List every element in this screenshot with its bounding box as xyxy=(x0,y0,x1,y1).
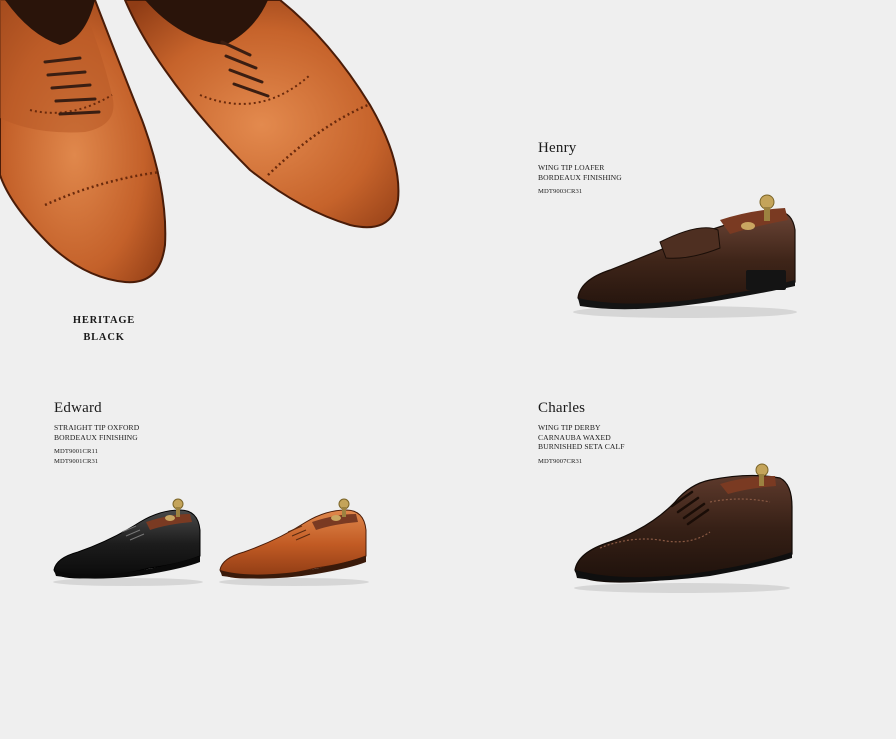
product-description: WING TIP DERBY CARNAUBA WAXED BURNISHED … xyxy=(538,423,838,452)
product-name: Henry xyxy=(538,140,577,156)
description-line: BORDEAUX FINISHING xyxy=(54,432,138,442)
collection-title-line2: BLACK xyxy=(83,332,125,343)
description-line: WING TIP LOAFER xyxy=(538,163,605,172)
description-line: WING TIP DERBY xyxy=(538,423,601,432)
collection-title: HERITAGE BLACK xyxy=(60,312,148,346)
product-description: WING TIP LOAFER BORDEAUX FINISHING xyxy=(538,163,838,182)
description-line: BURNISHED SETA CALF xyxy=(538,442,625,452)
product-description: STRAIGHT TIP OXFORD BORDEAUX FINISHING xyxy=(54,423,354,442)
product-henry: Henry WING TIP LOAFER BORDEAUX FINISHING… xyxy=(538,140,838,197)
description-line: STRAIGHT TIP OXFORD xyxy=(54,423,140,432)
product-charles: Charles WING TIP DERBY CARNAUBA WAXED BU… xyxy=(538,400,838,466)
product-name: Charles xyxy=(538,400,586,416)
description-line: BORDEAUX FINISHING xyxy=(538,172,622,182)
edward-black-oxford-image xyxy=(50,496,206,590)
product-code: MDT9001CR11 xyxy=(54,448,99,456)
collection-title-line1: HERITAGE xyxy=(72,315,136,326)
edward-tan-oxford-image xyxy=(216,496,372,590)
product-codes: MDT9001CR11 MDT9001CR31 xyxy=(54,447,354,466)
product-name: Edward xyxy=(54,400,102,416)
product-code: MDT9001CR31 xyxy=(54,457,99,465)
henry-loafer-image xyxy=(570,190,802,325)
charles-derby-image xyxy=(570,462,798,597)
hero-shoes-image xyxy=(0,0,410,285)
description-line: CARNAUBA WAXED xyxy=(538,432,611,442)
product-edward: Edward STRAIGHT TIP OXFORD BORDEAUX FINI… xyxy=(54,400,354,466)
